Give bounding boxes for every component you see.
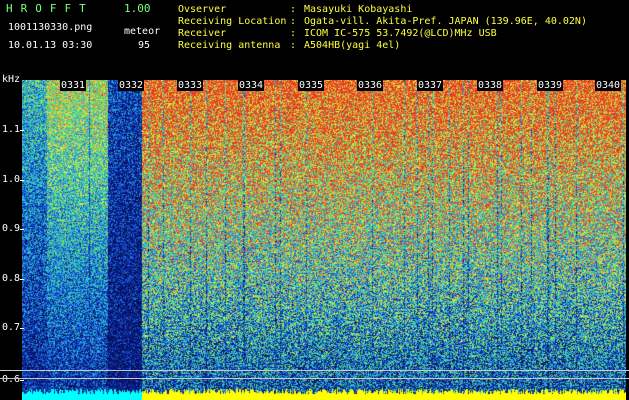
frequency-guide-line <box>0 370 629 371</box>
time-label: 0334 <box>238 80 265 91</box>
app-brand: HROFFT <box>6 2 94 15</box>
ytick-label: 1.1 <box>2 124 21 135</box>
observer-value: Masayuki Kobayashi <box>304 4 413 15</box>
receiver-value: ICOM IC-575 53.7492(@LCD)MHz USB <box>304 28 497 39</box>
time-label: 0337 <box>417 80 444 91</box>
time-label: 0333 <box>177 80 204 91</box>
meteor-count-label: meteor <box>124 26 161 37</box>
time-label: 0340 <box>595 80 622 91</box>
ytick-mark <box>20 380 24 381</box>
frequency-unit-label: kHz <box>2 74 21 85</box>
time-label: 0332 <box>118 80 145 91</box>
hrofft-window: HROFFT 1.00 1001130330.png 10.01.13 03:3… <box>0 0 629 400</box>
ytick-label: 0.6 <box>2 374 21 385</box>
observer-colon: : <box>290 4 297 15</box>
image-filename: 1001130330.png <box>8 22 93 33</box>
location-colon: : <box>290 16 297 27</box>
antenna-label: Receiving antenna <box>178 40 281 51</box>
ytick-label: 0.7 <box>2 322 21 333</box>
time-label: 0339 <box>537 80 564 91</box>
meteor-count-value: 95 <box>138 40 151 51</box>
ytick-label: 0.8 <box>2 273 21 284</box>
time-label: 0336 <box>357 80 384 91</box>
antenna-colon: : <box>290 40 297 51</box>
time-label: 0338 <box>477 80 504 91</box>
observer-label: Ovserver <box>178 4 227 15</box>
ytick-mark <box>20 180 24 181</box>
receiver-colon: : <box>290 28 297 39</box>
ytick-label: 0.9 <box>2 223 21 234</box>
spectrogram-canvas <box>22 80 626 400</box>
app-version: 1.00 <box>124 2 151 15</box>
antenna-value: A504HB(yagi 4el) <box>304 40 401 51</box>
time-label: 0335 <box>298 80 325 91</box>
location-value: Ogata-vill. Akita-Pref. JAPAN (139.96E, … <box>304 16 587 27</box>
ytick-mark <box>20 229 24 230</box>
ytick-mark <box>20 130 24 131</box>
ytick-mark <box>20 279 24 280</box>
location-label: Receiving Location <box>178 16 287 27</box>
time-label: 0331 <box>60 80 87 91</box>
spectrogram-panel <box>22 80 626 400</box>
receiver-label: Receiver <box>178 28 227 39</box>
ytick-label: 1.0 <box>2 174 21 185</box>
ytick-mark <box>20 328 24 329</box>
frequency-guide-line <box>0 378 629 379</box>
capture-datetime: 10.01.13 03:30 <box>8 40 93 51</box>
